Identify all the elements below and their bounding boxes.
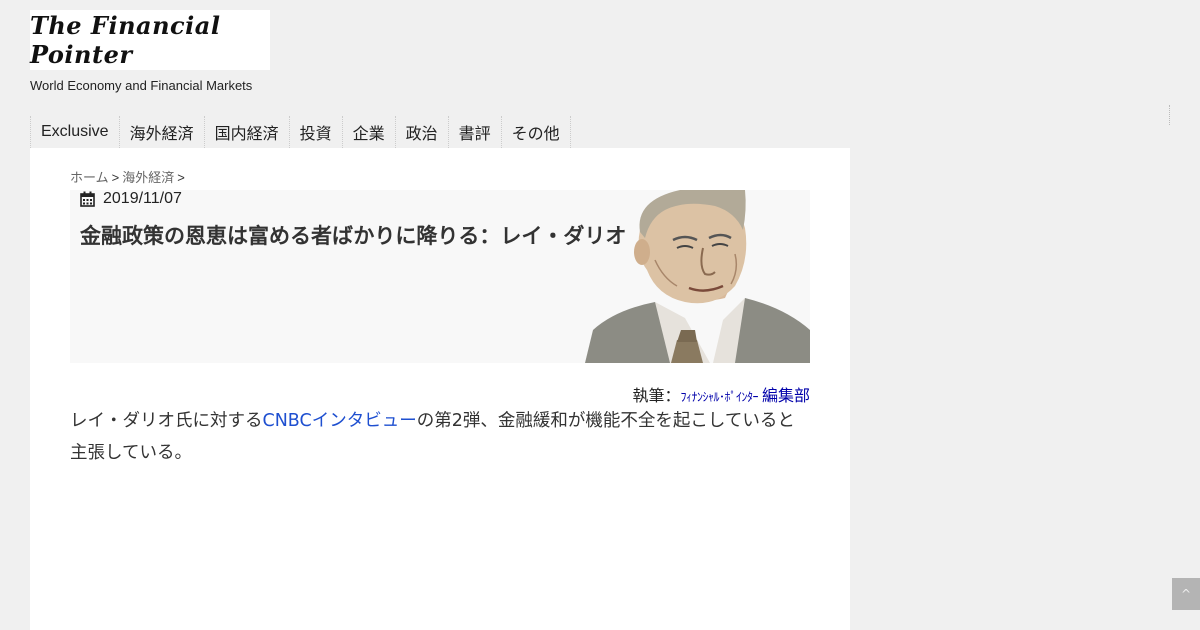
article-hero: 2019/11/07 金融政策の恩恵は富める者ばかりに降りる：レイ・ダリオ <box>70 190 810 363</box>
byline-author-name: ﾌｨﾅﾝｼｬﾙ･ﾎﾟｲﾝﾀｰ <box>680 390 758 404</box>
article-byline: 執筆： ﾌｨﾅﾝｼｬﾙ･ﾎﾟｲﾝﾀｰ 編集部 <box>632 382 810 406</box>
nav-item-exclusive[interactable]: Exclusive <box>31 116 120 148</box>
byline-prefix: 執筆： <box>632 386 681 405</box>
byline-author-link[interactable]: ﾌｨﾅﾝｼｬﾙ･ﾎﾟｲﾝﾀｰ 編集部 <box>680 382 810 406</box>
main-nav: Exclusive 海外経済 国内経済 投資 企業 政治 書評 その他 <box>30 116 571 148</box>
nav-item-book-review[interactable]: 書評 <box>449 116 502 148</box>
breadcrumb-separator: > <box>177 170 185 185</box>
nav-item-politics[interactable]: 政治 <box>396 116 449 148</box>
article-container: ホーム > 海外経済 > 2019/11/07 金融政策の恩恵は富める者ばかりに降りる… <box>30 148 850 630</box>
scroll-to-top-button[interactable]: ^ <box>1172 578 1200 610</box>
byline-author-dept: 編集部 <box>761 386 810 405</box>
cnbc-interview-link[interactable]: CNBCインタビュー <box>263 411 417 431</box>
article-title: 金融政策の恩恵は富める者ばかりに降りる：レイ・ダリオ <box>80 224 627 248</box>
breadcrumb-category[interactable]: 海外経済 <box>122 170 174 185</box>
nav-item-domestic-economy[interactable]: 国内経済 <box>205 116 290 148</box>
site-tagline: World Economy and Financial Markets <box>30 78 253 93</box>
calendar-icon <box>80 191 95 207</box>
article-body: レイ・ダリオ氏に対するCNBCインタビューの第2弾、金融緩和が機能不全を起こして… <box>70 405 810 469</box>
site-logo[interactable]: The Financial Pointer <box>30 10 270 70</box>
body-text-start: レイ・ダリオ氏に対する <box>70 411 263 431</box>
header-divider <box>1169 105 1170 125</box>
breadcrumb-home[interactable]: ホーム <box>70 170 109 185</box>
breadcrumb-separator: > <box>111 170 120 185</box>
breadcrumb: ホーム > 海外経済 > <box>70 167 188 186</box>
logo-text: The Financial Pointer <box>30 11 221 69</box>
nav-item-overseas-economy[interactable]: 海外経済 <box>120 116 205 148</box>
portrait-illustration <box>585 190 810 363</box>
nav-item-other[interactable]: その他 <box>502 116 571 148</box>
nav-item-companies[interactable]: 企業 <box>343 116 396 148</box>
nav-item-investment[interactable]: 投資 <box>290 116 343 148</box>
article-date: 2019/11/07 <box>80 190 182 208</box>
chevron-up-icon: ^ <box>1180 587 1192 601</box>
article-date-text: 2019/11/07 <box>103 190 182 207</box>
